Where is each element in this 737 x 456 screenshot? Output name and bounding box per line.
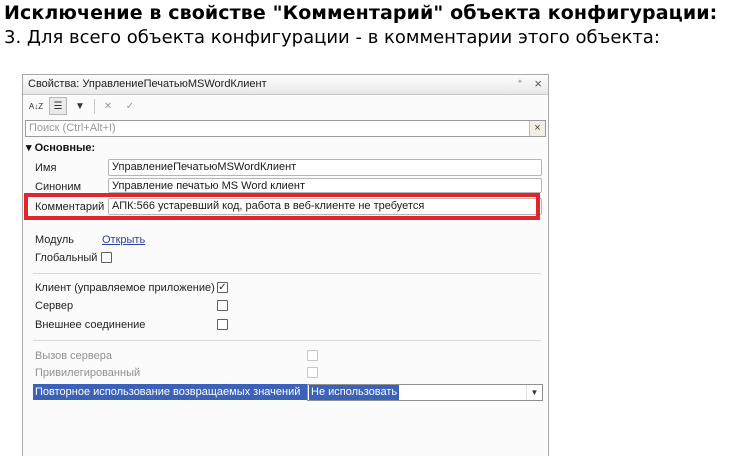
module-label: Модуль <box>35 234 74 246</box>
server-label: Сервер <box>35 300 74 312</box>
pin-icon[interactable]: ᐩ <box>518 77 522 90</box>
delete-icon[interactable]: ✕ <box>99 97 117 115</box>
synonym-label: Синоним <box>35 181 82 193</box>
server-call-label: Вызов сервера <box>35 350 112 362</box>
search-input[interactable]: Поиск (Ctrl+Alt+I) × <box>25 120 546 137</box>
search-placeholder: Поиск (Ctrl+Alt+I) <box>29 122 116 134</box>
module-open-link[interactable]: Открыть <box>102 234 145 246</box>
reuse-values-select[interactable]: Не использовать ▼ <box>307 384 543 401</box>
global-checkbox[interactable] <box>101 252 112 263</box>
sort-alphabetical-icon[interactable]: A↓Z <box>27 97 45 115</box>
client-label: Клиент (управляемое приложение) <box>35 282 215 294</box>
apply-icon[interactable]: ✓ <box>121 97 139 115</box>
chevron-down-icon[interactable]: ▼ <box>526 385 542 400</box>
close-icon[interactable]: × <box>534 76 542 91</box>
external-connection-checkbox[interactable] <box>217 319 228 330</box>
server-call-checkbox <box>307 350 318 361</box>
client-checkbox[interactable]: ✓ <box>217 282 228 293</box>
external-connection-label: Внешнее соединение <box>35 319 146 331</box>
name-label: Имя <box>35 162 57 174</box>
section-basic-title[interactable]: ▾ Основные: <box>26 141 95 154</box>
server-checkbox[interactable] <box>217 300 228 311</box>
document-subheading: 3. Для всего объекта конфигурации - в ко… <box>4 27 660 48</box>
divider <box>33 273 541 274</box>
panel-toolbar: A↓Z ☰ ▼ ✕ ✓ <box>23 95 548 119</box>
filter-icon[interactable]: ▼ <box>71 97 89 115</box>
properties-panel: Свойства: УправлениеПечатьюMSWordКлиент … <box>22 74 549 456</box>
synonym-field[interactable]: Управление печатью MS Word клиент <box>108 178 542 193</box>
panel-titlebar: Свойства: УправлениеПечатьюMSWordКлиент … <box>23 75 548 95</box>
global-label: Глобальный <box>35 252 98 264</box>
categories-icon[interactable]: ☰ <box>49 97 67 115</box>
clear-search-icon[interactable]: × <box>529 121 545 136</box>
comment-highlight-frame <box>24 193 540 220</box>
name-field[interactable]: УправлениеПечатьюMSWordКлиент <box>108 159 542 176</box>
privileged-checkbox <box>307 367 318 378</box>
privileged-label: Привилегированный <box>35 367 141 379</box>
reuse-values-selected: Не использовать <box>309 385 400 400</box>
document-heading: Исключение в свойстве "Комментарий" объе… <box>4 2 718 24</box>
divider <box>33 340 541 341</box>
toolbar-separator <box>94 99 95 114</box>
reuse-values-label[interactable]: Повторное использование возвращаемых зна… <box>33 384 308 400</box>
panel-title: Свойства: УправлениеПечатьюMSWordКлиент <box>28 78 267 90</box>
